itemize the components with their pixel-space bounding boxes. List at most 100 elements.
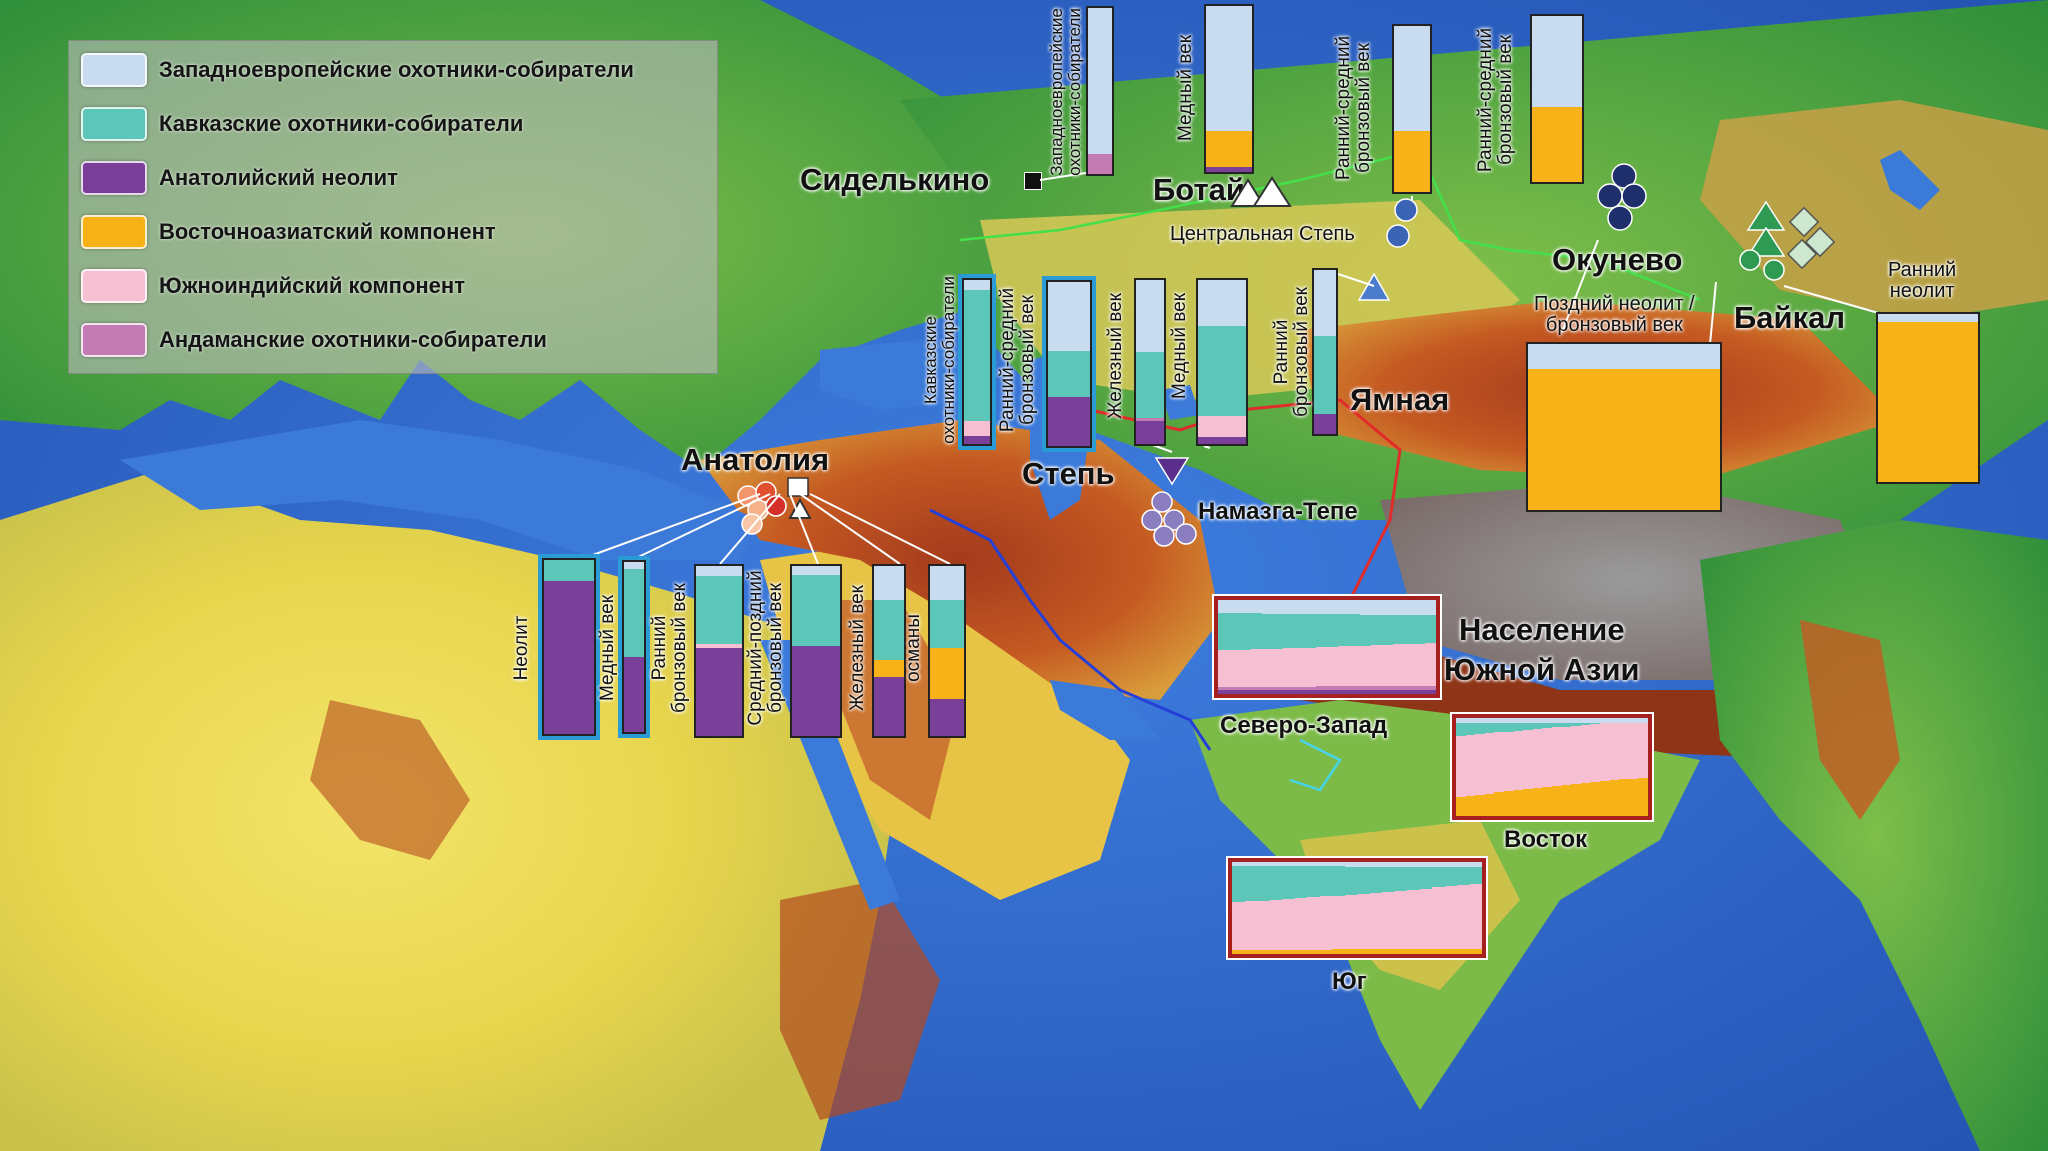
bar-segment-whg — [1206, 6, 1252, 131]
panel-segment-whg — [1337, 600, 1349, 615]
panel-segment-chg — [1475, 723, 1485, 735]
panel-segment-south-indian — [1628, 722, 1639, 779]
bar-segment-chg — [544, 560, 594, 581]
panel-segment-chg — [1414, 615, 1426, 644]
bar-steppe-copper — [1196, 278, 1248, 446]
panel-segment-south-indian — [1283, 648, 1295, 687]
bar-segment-whg — [930, 566, 964, 600]
panel-segment-anatolian — [1370, 690, 1382, 694]
panel-segment-south-indian — [1327, 646, 1338, 687]
panel-segment-east-asian — [1456, 796, 1466, 816]
bar-segment-anatolian — [964, 435, 990, 444]
panel-column — [1370, 600, 1382, 694]
panel-column — [1469, 862, 1482, 954]
panel-segment-anatolian — [1305, 690, 1317, 694]
panel-segment-south-indian — [1484, 733, 1495, 794]
panel-segment-south-indian — [1272, 648, 1284, 687]
panel-segment-south-indian — [1316, 647, 1328, 687]
panel-segment-east-asian — [1232, 950, 1245, 954]
panel-segment-south-indian — [1532, 729, 1543, 789]
panel-segment-whg — [1239, 600, 1251, 614]
bar-segment-andaman — [1088, 154, 1112, 174]
panel-segment-chg — [1272, 613, 1284, 649]
panel-segment-south-indian — [1457, 884, 1470, 949]
panel-segment-chg — [1244, 866, 1257, 902]
bar-anatolia-iron — [872, 564, 906, 738]
panel-segment-east-asian — [1638, 777, 1648, 816]
bar-okunevo-lnba — [1526, 342, 1722, 512]
panel-segment-chg — [1348, 614, 1360, 647]
panel-segment-east-asian — [1269, 949, 1282, 954]
panel-segment-whg — [1283, 600, 1295, 614]
panel-segment-south-indian — [1282, 898, 1295, 950]
panel-column — [1561, 718, 1572, 816]
panel-segment-south-indian — [1419, 888, 1432, 949]
panel-segment-south-indian — [1414, 643, 1426, 686]
bar-label-okunevo-ebmba: Ранний-средний бронзовый век — [1475, 27, 1516, 173]
bar-segment-chg — [792, 574, 840, 646]
panel-segment-east-asian — [1551, 786, 1562, 816]
panel-segment-whg — [1261, 600, 1273, 614]
panel-column — [1414, 600, 1426, 694]
bar-segment-east-asian — [1878, 322, 1978, 482]
panel-segment-anatolian — [1359, 690, 1371, 694]
panel-column — [1425, 600, 1437, 694]
panel-column — [1239, 600, 1251, 694]
panel-column — [1532, 718, 1543, 816]
panel-segment-chg — [1359, 614, 1371, 646]
panel-segment-south-indian — [1239, 649, 1251, 687]
panel-segment-south-indian — [1494, 732, 1504, 793]
bar-segment-chg — [1314, 335, 1336, 415]
panel-segment-south-indian — [1609, 722, 1620, 781]
panel-segment-chg — [1444, 867, 1457, 887]
bar-segment-anatolian — [1314, 414, 1336, 434]
panel-segment-chg — [1337, 614, 1349, 647]
bar-sidelkino-whg — [1086, 6, 1114, 176]
panel-column — [1294, 600, 1306, 694]
panel-segment-whg — [1392, 600, 1404, 615]
panel-segment-east-asian — [1357, 949, 1370, 954]
panel-segment-whg — [1403, 600, 1415, 615]
panel-segment-whg — [1228, 600, 1240, 614]
panel-segment-east-asian — [1294, 949, 1307, 954]
bar-segment-east-asian — [1532, 107, 1582, 182]
bar-anatolia-copper — [618, 556, 650, 738]
panel-segment-chg — [1218, 613, 1229, 651]
panel-segment-south-indian — [1307, 897, 1320, 950]
panel-south — [1228, 858, 1486, 958]
bar-label-anatolia-neolithic: Неолит — [511, 615, 533, 681]
panel-segment-chg — [1294, 613, 1306, 648]
bar-yamnaya-eba — [1312, 268, 1338, 436]
panel-segment-east-asian — [1599, 780, 1610, 816]
panel-segment-chg — [1513, 722, 1524, 731]
panel-column — [1381, 600, 1393, 694]
panel-segment-east-asian — [1432, 948, 1445, 954]
panel-segment-chg — [1494, 723, 1504, 733]
panel-column — [1319, 862, 1332, 954]
panel-segment-east-asian — [1503, 791, 1514, 816]
panel-segment-east-asian — [1469, 948, 1482, 954]
panel-segment-south-indian — [1523, 729, 1533, 790]
panel-segment-chg — [1261, 613, 1273, 649]
panel-column — [1503, 718, 1514, 816]
panel-segment-east-asian — [1590, 781, 1600, 816]
bar-label-anatolia-ottoman: османы — [903, 614, 925, 682]
bar-steppe-ebmba — [1042, 276, 1096, 452]
panel-segment-south-indian — [1269, 899, 1282, 950]
panel-segment-south-indian — [1257, 900, 1270, 950]
panel-northwest — [1214, 596, 1440, 698]
panel-column — [1628, 718, 1639, 816]
panel-column — [1494, 718, 1504, 816]
panel-segment-anatolian — [1316, 690, 1328, 694]
panel-column — [1619, 718, 1629, 816]
panel-segment-anatolian — [1425, 689, 1437, 694]
panel-segment-anatolian — [1414, 689, 1426, 694]
panel-segment-chg — [1381, 614, 1393, 645]
panel-segment-south-indian — [1465, 734, 1476, 796]
panel-segment-south-indian — [1394, 890, 1407, 950]
panel-segment-chg — [1357, 866, 1370, 894]
bar-label-anatolia-mlba: Средний-поздний бронзовый век — [745, 570, 786, 726]
bar-segment-chg — [930, 600, 964, 648]
panel-segment-east-asian — [1394, 949, 1407, 954]
panel-segment-chg — [1370, 614, 1382, 646]
